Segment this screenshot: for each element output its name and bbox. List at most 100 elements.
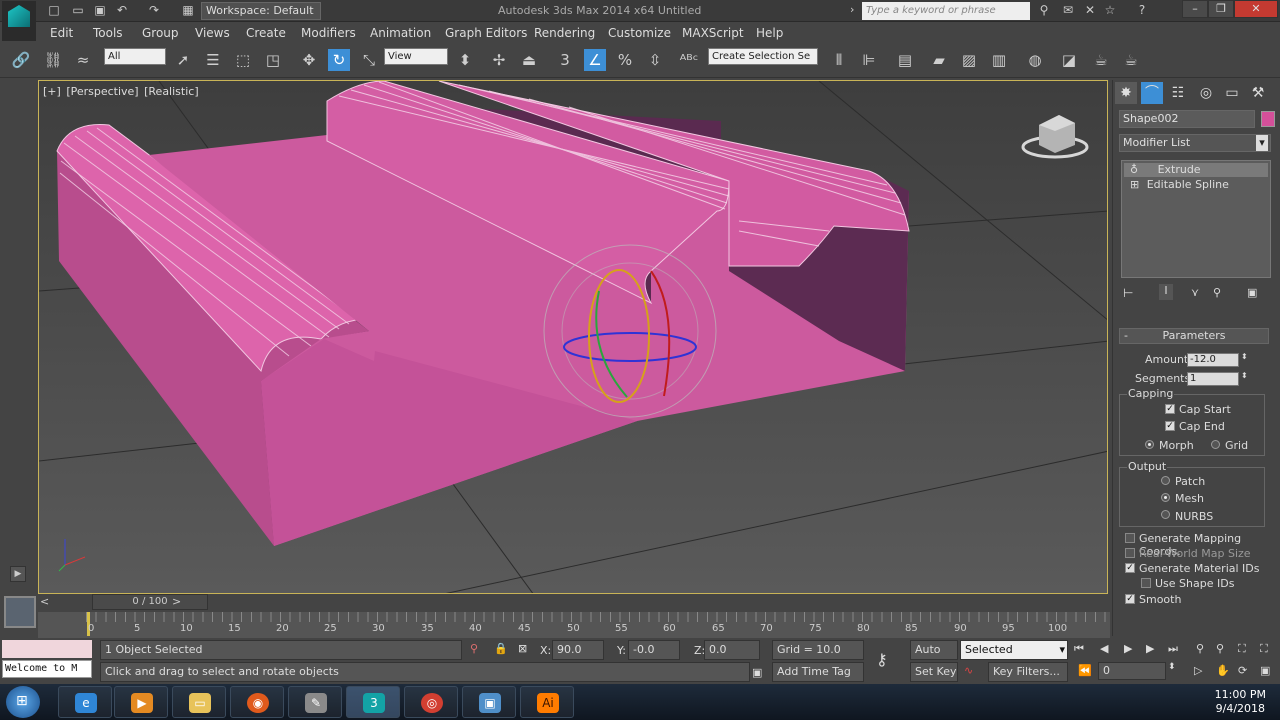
undo-icon[interactable]: ↶ — [114, 3, 130, 17]
go-to-end-icon[interactable]: ⏭ — [1168, 642, 1178, 656]
select-by-name-icon[interactable]: ☰ — [202, 49, 224, 71]
menu-edit[interactable]: Edit — [50, 26, 73, 40]
app-logo-button[interactable] — [2, 1, 36, 41]
viewport-pov-menu[interactable]: [Perspective] — [66, 85, 138, 98]
modifier-list-select[interactable]: Modifier List ▾ — [1119, 134, 1271, 152]
taskbar-photo[interactable]: ▣ — [462, 686, 516, 718]
maximize-viewport-icon[interactable]: ▣ — [1260, 664, 1270, 677]
orbit-icon[interactable]: ⟳ — [1238, 664, 1247, 677]
perspective-viewport[interactable]: [+] [Perspective] [Realistic] — [38, 80, 1108, 594]
scene-canvas[interactable] — [39, 81, 1108, 594]
select-object-icon[interactable]: ➚ — [172, 49, 194, 71]
angle-snap-icon[interactable]: ∠ — [584, 49, 606, 71]
menu-tools[interactable]: Tools — [93, 26, 123, 40]
previous-frame-icon[interactable]: ◀ — [1100, 642, 1108, 655]
rendered-frame-icon[interactable]: ☕ — [1090, 49, 1112, 71]
taskbar-3dsmax[interactable]: 3 — [346, 686, 400, 718]
project-folder-icon[interactable]: ▦ — [180, 3, 196, 17]
modify-tab-icon[interactable]: ⌒ — [1141, 82, 1163, 104]
rectangular-selection-icon[interactable]: ⬚ — [232, 49, 254, 71]
object-color-swatch[interactable] — [1261, 111, 1275, 127]
menu-graph-editors[interactable]: Graph Editors — [445, 26, 527, 40]
key-curve-icon[interactable]: ∿ — [964, 664, 973, 677]
current-frame-input[interactable]: 0 — [1098, 662, 1166, 680]
bind-space-warp-icon[interactable]: ≈ — [72, 49, 94, 71]
selection-filter-select[interactable]: All — [104, 48, 166, 65]
segments-spinner-icon[interactable]: ⬍ — [1241, 371, 1248, 380]
viewport-plus-menu[interactable]: [+] — [43, 85, 61, 98]
create-tab-icon[interactable]: ✸ — [1115, 82, 1137, 104]
save-file-icon[interactable]: ▣ — [92, 3, 108, 17]
menu-animation[interactable]: Animation — [370, 26, 431, 40]
remove-modifier-icon[interactable]: ⚲ — [1213, 286, 1221, 299]
start-button[interactable]: ⊞ — [6, 686, 40, 718]
search-arrow-icon[interactable]: › — [850, 3, 854, 16]
taskbar-firefox[interactable]: ◉ — [230, 686, 284, 718]
selection-lock-icon[interactable]: 🔒 — [494, 642, 508, 655]
exchange-icon[interactable]: ✕ — [1082, 3, 1098, 17]
edit-named-selection-icon[interactable]: ᴬᴮᶜ — [678, 49, 700, 71]
open-file-icon[interactable]: ▭ — [70, 3, 86, 17]
smooth-checkbox[interactable]: ✓ — [1125, 594, 1135, 604]
key-mode-toggle-icon[interactable]: ⏪ — [1078, 664, 1092, 677]
real-world-map-checkbox[interactable] — [1125, 548, 1135, 558]
make-unique-icon[interactable]: ⋎ — [1191, 286, 1199, 299]
menu-create[interactable]: Create — [246, 26, 286, 40]
modifier-stack[interactable]: ♁ Extrude ⊞ Editable Spline — [1121, 160, 1271, 278]
utilities-tab-icon[interactable]: ⚒ — [1247, 82, 1269, 104]
pan-icon[interactable]: ✋ — [1216, 664, 1230, 677]
close-button[interactable]: ✕ — [1234, 0, 1278, 18]
search-input[interactable]: Type a keyword or phrase — [862, 2, 1030, 20]
stack-item-extrude[interactable]: ♁ Extrude — [1124, 163, 1268, 177]
prev-frame-icon[interactable]: < — [40, 595, 49, 608]
generate-mapping-checkbox[interactable] — [1125, 533, 1135, 543]
generate-material-ids-checkbox[interactable]: ✓ — [1125, 563, 1135, 573]
new-file-icon[interactable]: □ — [46, 3, 62, 17]
zoom-icon[interactable]: ⚲ — [1196, 642, 1204, 655]
menu-modifiers[interactable]: Modifiers — [301, 26, 356, 40]
snaps-toggle-icon[interactable]: 3 — [554, 49, 576, 71]
expand-plus-icon[interactable]: ⊞ — [1130, 178, 1139, 191]
set-key-button[interactable]: Set Key — [910, 662, 958, 682]
curve-editor-icon[interactable]: ▨ — [958, 49, 980, 71]
amount-spinner-icon[interactable]: ⬍ — [1241, 352, 1248, 361]
reference-coordinate-select[interactable]: View — [384, 48, 448, 65]
restore-button[interactable]: ❐ — [1208, 0, 1234, 18]
parameters-rollout[interactable]: - Parameters — [1119, 328, 1269, 344]
help-icon[interactable]: ? — [1134, 3, 1150, 17]
morph-radio[interactable] — [1145, 440, 1154, 449]
maxscript-listener-input[interactable]: Welcome to M — [2, 660, 92, 678]
hierarchy-tab-icon[interactable]: ☷ — [1167, 82, 1189, 104]
unlink-icon[interactable]: ⛓ — [42, 49, 64, 71]
workspace-select[interactable]: Workspace: Default — [201, 2, 321, 20]
go-to-start-icon[interactable]: ⏮ — [1074, 642, 1084, 656]
system-clock[interactable]: 11:00 PM 9/4/2018 — [1215, 688, 1266, 716]
show-end-result-icon[interactable]: Ⅰ — [1159, 284, 1173, 300]
rotate-icon[interactable]: ↻ — [328, 49, 350, 71]
amount-input[interactable]: -12.0 — [1187, 353, 1239, 367]
time-slider[interactable]: 0 / 100 — [92, 594, 208, 610]
menu-help[interactable]: Help — [756, 26, 783, 40]
menu-group[interactable]: Group — [142, 26, 179, 40]
menu-customize[interactable]: Customize — [608, 26, 671, 40]
z-coordinate-input[interactable]: 0.0 — [704, 640, 760, 660]
patch-radio[interactable] — [1161, 476, 1170, 485]
zoom-extents-all-icon[interactable]: ⛶ — [1260, 642, 1268, 656]
segments-input[interactable]: 1 — [1187, 372, 1239, 386]
minimize-button[interactable]: – — [1182, 0, 1208, 18]
auto-key-button[interactable]: Auto Key — [910, 640, 958, 674]
taskbar-illustrator[interactable]: Ai — [520, 686, 574, 718]
window-crossing-icon[interactable]: ◳ — [262, 49, 284, 71]
graphite-toggle-icon[interactable]: ▰ — [928, 49, 950, 71]
keyboard-shortcut-icon[interactable]: ⏏ — [518, 49, 540, 71]
render-production-icon[interactable]: ☕ — [1120, 49, 1142, 71]
nurbs-radio[interactable] — [1161, 510, 1170, 519]
x-coordinate-input[interactable]: 90.0 — [552, 640, 604, 660]
time-slider-bar[interactable]: < 0 / 100 > — [38, 594, 1110, 612]
menu-rendering[interactable]: Rendering — [534, 26, 595, 40]
spinner-snap-icon[interactable]: ⇳ — [644, 49, 666, 71]
field-of-view-icon[interactable]: ▷ — [1194, 664, 1202, 677]
lightbulb-icon[interactable]: ♁ — [1130, 163, 1138, 176]
communication-center-icon[interactable]: ✉ — [1060, 3, 1076, 17]
material-editor-icon[interactable]: ◍ — [1024, 49, 1046, 71]
